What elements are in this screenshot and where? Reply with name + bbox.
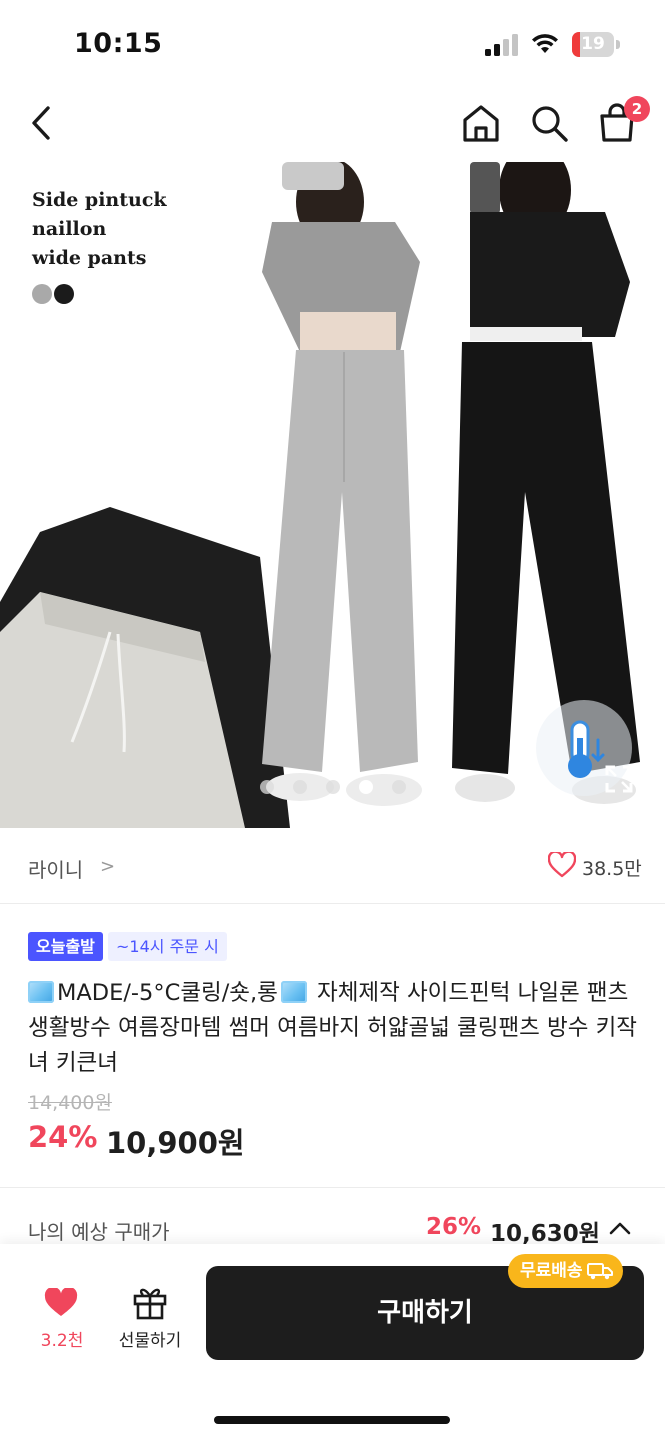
expected-price: 10,630원 <box>490 1221 600 1247</box>
swatch-grey <box>32 284 52 304</box>
back-icon[interactable] <box>24 102 60 144</box>
image-caption: Side pintuck naillon wide pants <box>32 189 167 269</box>
carousel-dot[interactable] <box>392 780 406 794</box>
heart-filled-icon <box>44 1288 78 1316</box>
expected-discount-rate: 26% <box>426 1214 482 1240</box>
product-title: MADE/-5°C쿨링/숏,롱 자체제작 사이드핀턱 나일론 팬츠 생활방수 여… <box>28 976 643 1081</box>
status-time: 10:15 <box>74 28 163 59</box>
battery-indicator: 19 <box>572 32 620 57</box>
search-icon[interactable] <box>526 100 572 146</box>
ice-cube-icon <box>280 981 307 1003</box>
final-price: 10,900원 <box>106 1126 245 1160</box>
wishlist-button[interactable]: 3.2천 <box>24 1280 100 1354</box>
divider <box>0 1187 665 1188</box>
battery-level: 19 <box>581 34 605 54</box>
brand-row[interactable]: 라이니 > 38.5만 <box>0 828 665 904</box>
carousel-dot[interactable] <box>326 780 340 794</box>
cart-count-badge: 2 <box>624 96 650 122</box>
free-shipping-label: 무료배송 <box>520 1261 583 1281</box>
product-title-part1: MADE/-5°C쿨링/숏,롱 <box>57 980 278 1006</box>
signal-icon <box>485 34 518 56</box>
discount-rate: 24% <box>28 1120 98 1154</box>
chevron-up-icon[interactable] <box>608 1220 632 1236</box>
chevron-right-icon: > <box>100 856 116 877</box>
gift-label: 선물하기 <box>118 1331 182 1351</box>
expected-price-row[interactable]: 나의 예상 구매가 26% 10,630원 <box>0 1204 665 1248</box>
carousel-dot[interactable] <box>260 780 274 794</box>
carousel-dot[interactable] <box>293 780 307 794</box>
status-bar: 10:15 19 <box>0 0 665 88</box>
original-price: 14,400원 <box>28 1092 112 1114</box>
expand-icon[interactable] <box>604 764 634 794</box>
home-icon[interactable] <box>458 100 504 146</box>
truck-icon <box>586 1263 613 1280</box>
gift-icon <box>133 1288 167 1320</box>
heart-outline-icon[interactable] <box>548 852 576 878</box>
free-shipping-badge: 무료배송 <box>508 1254 623 1288</box>
brand-name[interactable]: 라이니 <box>28 854 83 883</box>
carousel-dot[interactable] <box>359 780 373 794</box>
brand-like-count: 38.5만 <box>582 858 642 880</box>
swatch-black <box>54 284 74 304</box>
bottom-action-bar: 3.2천 선물하기 구매하기 무료배송 <box>0 1244 665 1440</box>
top-nav <box>0 88 665 158</box>
product-image[interactable]: Side pintuck naillon wide pants <box>0 162 665 828</box>
ice-cube-icon <box>28 981 54 1003</box>
wishlist-count: 3.2천 <box>40 1331 84 1351</box>
today-ship-badge: 오늘출발 <box>28 932 103 961</box>
wifi-icon <box>532 34 558 53</box>
expected-price-label: 나의 예상 구매가 <box>28 1220 170 1244</box>
gift-button[interactable]: 선물하기 <box>108 1280 192 1354</box>
home-indicator <box>214 1416 450 1424</box>
order-cutoff-badge: ~14시 주문 시 <box>108 932 227 961</box>
